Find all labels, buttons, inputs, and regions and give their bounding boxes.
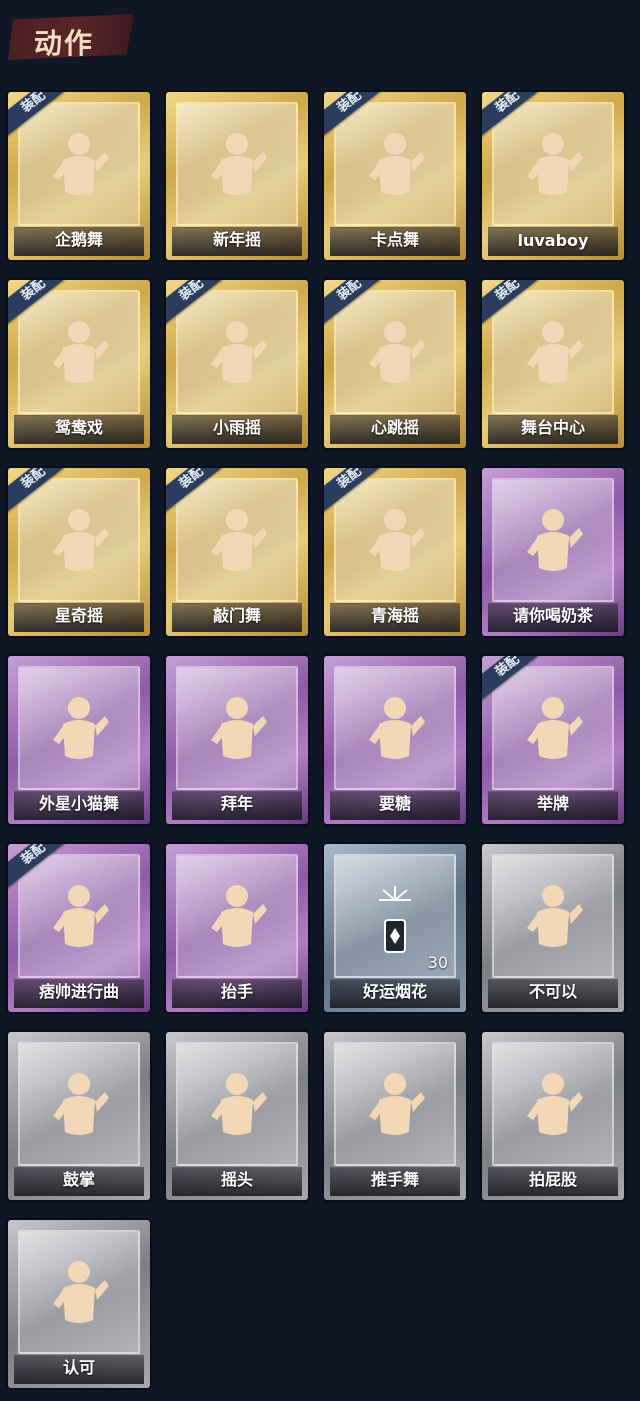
emote-card[interactable]: 推手舞	[324, 1032, 466, 1200]
emote-name: 好运烟花	[362, 982, 427, 1001]
dance-pose-icon	[207, 318, 267, 394]
emote-name: 敲门舞	[212, 606, 261, 625]
emote-name: 摇头	[220, 1170, 253, 1189]
emote-card[interactable]: 青海摇 装配	[324, 468, 466, 636]
scroll-pose-icon	[523, 506, 583, 582]
emote-card[interactable]: 外星小猫舞	[8, 656, 150, 824]
emote-name: 抬手	[220, 982, 253, 1001]
emote-name: 鸳鸯戏	[54, 418, 103, 437]
dance-pose-icon	[49, 130, 109, 206]
reach-pose-icon	[365, 694, 425, 770]
dance-pose-icon	[49, 694, 109, 770]
emote-name: 推手舞	[370, 1170, 419, 1189]
emote-card[interactable]: 认可	[8, 1220, 150, 1388]
emote-name: 小雨摇	[212, 418, 261, 437]
emote-card[interactable]: 心跳摇 装配	[324, 280, 466, 448]
dance-pose-icon	[365, 506, 425, 582]
raise-hand-icon	[207, 882, 267, 958]
emote-name: 认可	[62, 1358, 95, 1377]
emote-card[interactable]: 星奇摇 装配	[8, 468, 150, 636]
dance-pose-icon	[365, 130, 425, 206]
emote-card[interactable]: 舞台中心 装配	[482, 280, 624, 448]
dance-pose-icon	[49, 318, 109, 394]
push-hands-icon	[365, 1070, 425, 1146]
emote-card[interactable]: luvaboy 装配	[482, 92, 624, 260]
dance-pose-icon	[523, 130, 583, 206]
emote-name: 拜年	[220, 794, 253, 813]
emote-card[interactable]: 卡点舞 装配	[324, 92, 466, 260]
dance-pose-icon	[365, 318, 425, 394]
dance-pose-icon	[49, 882, 109, 958]
emote-card[interactable]: 小雨摇 装配	[166, 280, 308, 448]
emote-card[interactable]: 30 好运烟花	[324, 844, 466, 1012]
emote-card[interactable]: 鼓掌	[8, 1032, 150, 1200]
emote-card[interactable]: 鸳鸯戏 装配	[8, 280, 150, 448]
emote-name: luvaboy	[517, 231, 589, 250]
emote-name: 星奇摇	[54, 606, 103, 625]
emote-card[interactable]: 拜年	[166, 656, 308, 824]
item-count: 30	[427, 953, 448, 972]
emote-name: 外星小猫舞	[38, 794, 119, 813]
dance-pose-icon	[207, 506, 267, 582]
sign-pose-icon	[523, 694, 583, 770]
emote-name: 舞台中心	[520, 418, 585, 437]
greeting-pose-icon	[207, 694, 267, 770]
clap-icon	[49, 1070, 109, 1146]
emote-card[interactable]: 摇头	[166, 1032, 308, 1200]
dance-pose-icon	[523, 318, 583, 394]
emote-card[interactable]: 新年摇	[166, 92, 308, 260]
emote-name: 请你喝奶茶	[512, 606, 593, 625]
emote-card[interactable]: 抬手	[166, 844, 308, 1012]
section-title: 动作	[34, 27, 95, 60]
shake-head-icon	[207, 1070, 267, 1146]
emote-name: 拍屁股	[528, 1170, 577, 1189]
emote-card[interactable]: 不可以	[482, 844, 624, 1012]
emote-card[interactable]: 要糖	[324, 656, 466, 824]
emote-name: 企鹅舞	[54, 230, 103, 249]
firework-icon	[365, 882, 425, 958]
emote-name: 要糖	[378, 794, 411, 813]
dance-pose-icon	[207, 130, 267, 206]
butt-slap-icon	[523, 1070, 583, 1146]
emote-card[interactable]: 痞帅进行曲 装配	[8, 844, 150, 1012]
emote-card[interactable]: 拍屁股	[482, 1032, 624, 1200]
emote-name: 不可以	[528, 982, 577, 1001]
emote-name: 鼓掌	[62, 1170, 95, 1189]
emote-card[interactable]: 请你喝奶茶	[482, 468, 624, 636]
emote-card[interactable]: 企鹅舞 装配	[8, 92, 150, 260]
emote-name: 青海摇	[370, 606, 419, 625]
emote-card[interactable]: 举牌 装配	[482, 656, 624, 824]
emote-name: 举牌	[536, 794, 569, 813]
emote-name: 痞帅进行曲	[38, 982, 119, 1001]
dance-pose-icon	[49, 506, 109, 582]
finger-wag-icon	[523, 882, 583, 958]
emote-card[interactable]: 敲门舞 装配	[166, 468, 308, 636]
emote-name: 卡点舞	[370, 230, 419, 249]
emote-name: 新年摇	[212, 230, 261, 249]
emote-name: 心跳摇	[370, 418, 419, 437]
thumbs-up-icon	[49, 1258, 109, 1334]
